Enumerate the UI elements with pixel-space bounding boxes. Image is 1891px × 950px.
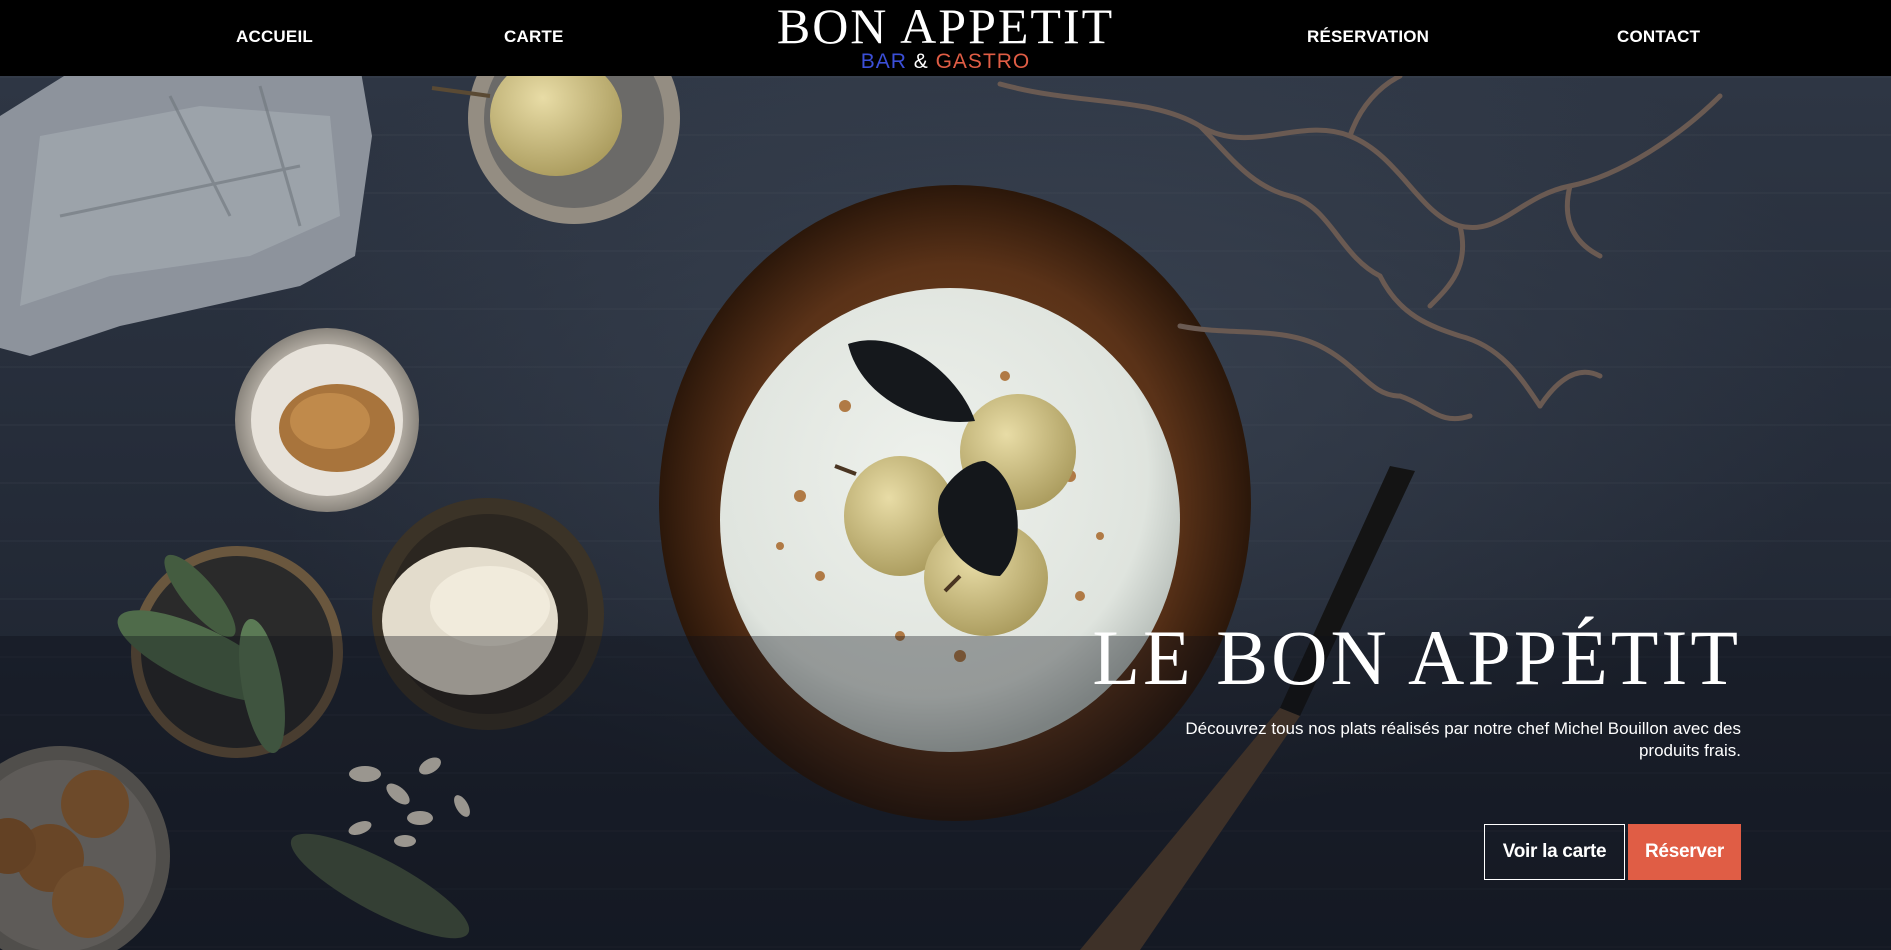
- reserve-button[interactable]: Réserver: [1628, 824, 1741, 880]
- hero-title: LE BON APPÉTIT: [1092, 614, 1741, 701]
- logo-subtitle: BAR & GASTRO: [0, 50, 1891, 74]
- logo-sub-gastro: GASTRO: [935, 50, 1031, 73]
- logo-sub-ampersand: &: [913, 50, 929, 73]
- logo-sub-bar: BAR: [860, 50, 907, 73]
- view-menu-button[interactable]: Voir la carte: [1484, 824, 1625, 880]
- hero-description: Découvrez tous nos plats réalisés par no…: [1185, 719, 1741, 760]
- crumble-bowl-decoration: [235, 328, 419, 512]
- hero-section: LE BON APPÉTIT Découvrez tous nos plats …: [0, 76, 1891, 950]
- nav-link-reservation[interactable]: RÉSERVATION: [1307, 27, 1429, 47]
- pear-bowl-decoration: [431, 76, 680, 224]
- logo-title: BON APPETIT: [776, 0, 1115, 54]
- napkin-decoration: [0, 76, 372, 356]
- nav-link-contact[interactable]: CONTACT: [1617, 27, 1700, 47]
- hero-food-photo: [0, 76, 1891, 950]
- site-logo[interactable]: BON APPETIT BAR & GASTRO: [0, 0, 1891, 74]
- top-navigation-bar: ACCUEIL CARTE BON APPETIT BAR & GASTRO R…: [0, 0, 1891, 76]
